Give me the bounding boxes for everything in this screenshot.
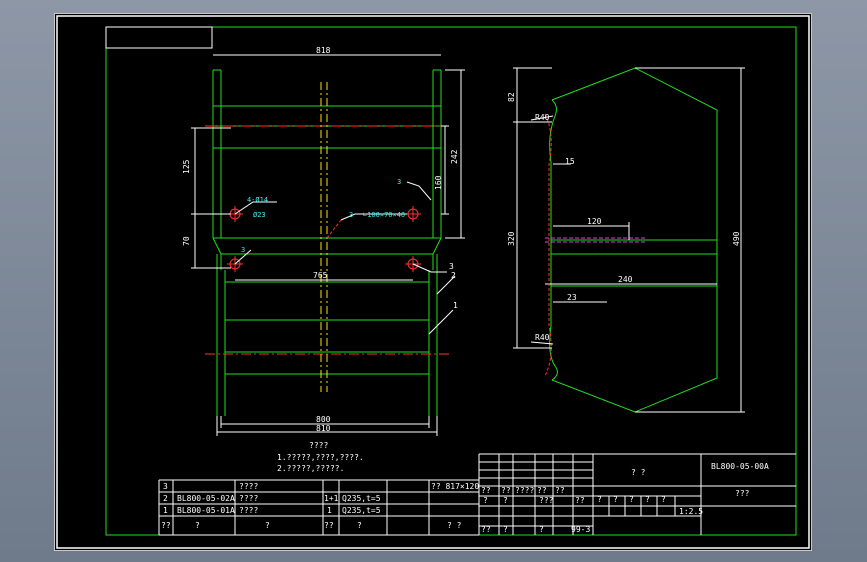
- dim-240: 240: [618, 275, 633, 284]
- front-view: [191, 54, 465, 436]
- svg-text:??: ??: [575, 496, 585, 505]
- svg-text:??: ??: [501, 486, 511, 495]
- svg-text:??: ??: [161, 521, 171, 530]
- dim-bottom-inner: 800: [316, 415, 331, 424]
- tech-note-1: 1.?????,????,????.: [277, 453, 364, 462]
- svg-text:?: ?: [483, 496, 488, 505]
- hole-sub-note: Ø23: [253, 211, 266, 219]
- cad-drawing: 818 125 70 242 160 765 800 810 4-Ø14 Ø23…: [56, 15, 810, 549]
- svg-text:?: ?: [357, 521, 362, 530]
- svg-text:BL800-05-01A: BL800-05-01A: [177, 506, 235, 515]
- hole-note: 4-Ø14: [247, 196, 268, 204]
- svg-text:?: ?: [613, 495, 618, 504]
- scale: 1:2.5: [679, 507, 703, 516]
- dim-160: 160: [434, 175, 443, 190]
- svg-text:? ?: ? ?: [447, 521, 462, 530]
- svg-text:????: ????: [515, 486, 534, 495]
- svg-text:Q235,t=5: Q235,t=5: [342, 506, 381, 515]
- title-cell: ? ?: [631, 468, 646, 477]
- tech-note-2: 2.?????,?????.: [277, 464, 344, 473]
- dim-120: 120: [587, 217, 602, 226]
- balloon-1: 1: [453, 301, 458, 310]
- corner-box: [105, 26, 213, 49]
- dim-82: 82: [507, 92, 516, 102]
- weld-symbol-angle: 3: [349, 211, 353, 219]
- dim-490: 490: [732, 231, 741, 246]
- svg-text:?: ?: [539, 525, 544, 534]
- svg-text:????: ????: [239, 482, 258, 491]
- balloon-3: 3: [449, 262, 454, 271]
- svg-text:?: ?: [195, 521, 200, 530]
- svg-text:?? 817×120: ?? 817×120: [431, 482, 479, 491]
- radius-bottom: R40: [535, 333, 550, 342]
- bom-row-2: 2 BL800-05-02A ???? 1+1 Q235,t=5: [163, 494, 381, 503]
- dim-320: 320: [507, 231, 516, 246]
- svg-text:??: ??: [555, 486, 565, 495]
- svg-text:2: 2: [163, 494, 168, 503]
- bom-header: ?? ? ? ?? ? ? ?: [161, 521, 462, 530]
- balloon-2: 2: [451, 271, 456, 280]
- angle-note: ∟100×70×40: [363, 211, 405, 219]
- bom-row-1: 1 BL800-05-01A ???? 1 Q235,t=5: [163, 506, 381, 515]
- dim-242: 242: [450, 149, 459, 164]
- bom-row-3: 3 ???? ?? 817×120: [163, 482, 479, 491]
- dim-top-width: 818: [316, 46, 331, 55]
- dim-mid-width: 765: [313, 271, 328, 280]
- svg-text:??: ??: [481, 525, 491, 534]
- svg-text:??: ??: [537, 486, 547, 495]
- svg-text:?: ?: [629, 495, 634, 504]
- drawing-sheet: 818 125 70 242 160 765 800 810 4-Ø14 Ø23…: [55, 14, 811, 550]
- drawing-name: ???: [735, 489, 750, 498]
- svg-text:?: ?: [503, 496, 508, 505]
- svg-text:1: 1: [327, 506, 332, 515]
- title-row-a: ?? ?? ???? ?? ??: [481, 486, 565, 495]
- svg-text:1: 1: [163, 506, 168, 515]
- svg-text:??: ??: [481, 486, 491, 495]
- svg-text:BL800-05-02A: BL800-05-02A: [177, 494, 235, 503]
- dim-70: 70: [182, 236, 191, 246]
- svg-text:3: 3: [163, 482, 168, 491]
- svg-text:1+1: 1+1: [324, 494, 339, 503]
- svg-text:?: ?: [265, 521, 270, 530]
- svg-text:Q235,t=5: Q235,t=5: [342, 494, 381, 503]
- drawing-code: BL800-05-00A: [711, 462, 769, 471]
- svg-text:????: ????: [239, 494, 258, 503]
- radius-top: R40: [535, 113, 550, 122]
- date: 99-3: [571, 525, 590, 534]
- dim-23: 23: [567, 293, 577, 302]
- svg-text:?: ?: [503, 525, 508, 534]
- tech-title: ????: [309, 441, 328, 450]
- svg-text:?: ?: [645, 495, 650, 504]
- svg-text:?: ?: [597, 495, 602, 504]
- svg-text:?: ?: [661, 495, 666, 504]
- svg-text:???: ???: [539, 496, 554, 505]
- frame-border: [105, 26, 797, 536]
- svg-text:??: ??: [324, 521, 334, 530]
- weld-symbol-right: 3: [397, 178, 401, 186]
- svg-text:????: ????: [239, 506, 258, 515]
- dim-bottom-outer: 810: [316, 424, 331, 433]
- dim-125: 125: [182, 159, 191, 174]
- weld-symbol-left: 3: [241, 246, 245, 254]
- title-row-b: ? ? ??? ??: [483, 496, 585, 505]
- dim-15: 15: [565, 157, 575, 166]
